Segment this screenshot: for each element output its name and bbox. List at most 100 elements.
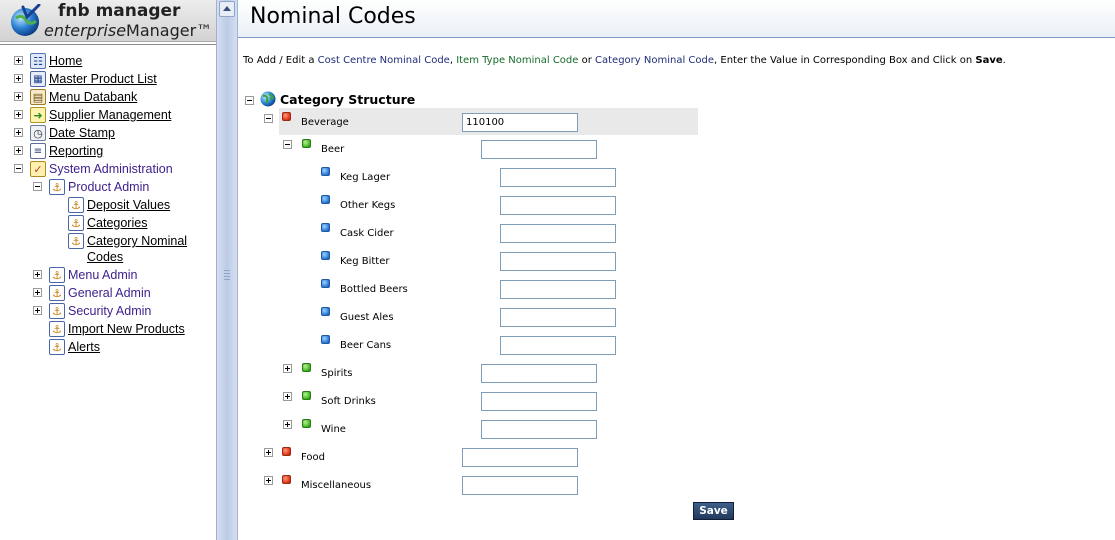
sidebar-item-label-line2[interactable]: Codes xyxy=(87,248,123,266)
sidebar-item-import-new-products[interactable]: ⚓ Import New Products xyxy=(0,320,216,338)
collapse-icon[interactable] xyxy=(283,140,292,149)
admin-page-icon: ⚓ xyxy=(49,267,65,283)
admin-page-icon: ⚓ xyxy=(49,285,65,301)
node-label-keg-lager: Keg Lager xyxy=(340,172,391,183)
pane-splitter[interactable] xyxy=(216,0,238,540)
expand-icon[interactable] xyxy=(33,288,42,297)
item-bullet-icon xyxy=(321,251,330,260)
collapse-icon[interactable] xyxy=(245,96,254,105)
sidebar-item-label[interactable]: System Administration xyxy=(49,160,173,178)
sidebar-item-label[interactable]: Categories xyxy=(87,214,147,232)
sidebar-item-label[interactable]: General Admin xyxy=(68,284,151,302)
sidebar-item-label[interactable]: Alerts xyxy=(68,338,100,356)
expand-icon[interactable] xyxy=(33,270,42,279)
expand-icon[interactable] xyxy=(14,92,23,101)
brand-subtitle: enterpriseManager™ xyxy=(44,21,212,40)
category-bullet-icon xyxy=(282,447,291,456)
code-input-spirits[interactable] xyxy=(481,364,597,383)
sidebar-item-label[interactable]: Import New Products xyxy=(68,320,185,338)
expand-icon[interactable] xyxy=(283,364,292,373)
sidebar-item-general-admin[interactable]: ⚓ General Admin xyxy=(0,284,216,302)
sidebar-item-label[interactable]: Menu Databank xyxy=(49,88,137,106)
category-structure-heading: Category Structure xyxy=(280,92,416,107)
admin-page-icon: ⚓ xyxy=(49,339,65,355)
instruction-item-type: Item Type Nominal Code xyxy=(456,55,579,66)
node-label-bottled-beers: Bottled Beers xyxy=(340,284,408,295)
sidebar-item-category-nominal-codes[interactable]: ⚓ Category Nominal Codes xyxy=(0,232,216,266)
sidebar-item-reporting[interactable]: ≡ Reporting xyxy=(0,142,216,160)
sidebar-item-supplier-management[interactable]: ➜ Supplier Management xyxy=(0,106,216,124)
instruction-part: To Add / Edit a xyxy=(243,55,318,66)
sidebar-item-product-admin[interactable]: ⚓ Product Admin xyxy=(0,178,216,196)
sidebar-item-label[interactable]: Reporting xyxy=(49,142,103,160)
code-input-miscellaneous[interactable] xyxy=(462,476,578,495)
sidebar-item-label[interactable]: Master Product List xyxy=(49,70,157,88)
collapse-icon[interactable] xyxy=(264,114,273,123)
code-input-guest-ales[interactable] xyxy=(500,308,616,327)
grid-icon: ▦ xyxy=(30,71,46,87)
subcategory-bullet-icon xyxy=(302,391,311,400)
admin-page-icon: ⚓ xyxy=(68,197,84,213)
node-label-guest-ales: Guest Ales xyxy=(340,312,394,323)
expand-icon[interactable] xyxy=(14,74,23,83)
collapse-icon[interactable] xyxy=(33,182,42,191)
code-input-keg-bitter[interactable] xyxy=(500,252,616,271)
page-title: Nominal Codes xyxy=(250,4,416,29)
main-content: Nominal Codes To Add / Edit a Cost Centr… xyxy=(238,0,1115,540)
sidebar-item-label[interactable]: Supplier Management xyxy=(49,106,171,124)
sidebar-item-master-product-list[interactable]: ▦ Master Product List xyxy=(0,70,216,88)
node-label-wine: Wine xyxy=(321,424,346,435)
report-icon: ≡ xyxy=(30,143,46,159)
instruction-part: or xyxy=(578,55,596,66)
expand-icon[interactable] xyxy=(264,448,273,457)
expand-icon[interactable] xyxy=(283,392,292,401)
splitter-grip-icon[interactable] xyxy=(224,270,230,286)
sidebar-item-label[interactable]: Home xyxy=(49,52,82,70)
sidebar-item-label[interactable]: Date Stamp xyxy=(49,124,115,142)
sidebar-item-alerts[interactable]: ⚓ Alerts xyxy=(0,338,216,356)
code-input-wine[interactable] xyxy=(481,420,597,439)
code-input-keg-lager[interactable] xyxy=(500,168,616,187)
node-label-spirits: Spirits xyxy=(321,368,353,379)
code-input-bottled-beers[interactable] xyxy=(500,280,616,299)
save-button[interactable]: Save xyxy=(693,502,734,520)
admin-page-icon: ⚓ xyxy=(68,233,84,249)
sidebar-item-home[interactable]: ☷ Home xyxy=(0,52,216,70)
sidebar-item-menu-admin[interactable]: ⚓ Menu Admin xyxy=(0,266,216,284)
sidebar-item-label[interactable]: Deposit Values xyxy=(87,196,170,214)
code-input-soft-drinks[interactable] xyxy=(481,392,597,411)
sidebar-item-security-admin[interactable]: ⚓ Security Admin xyxy=(0,302,216,320)
item-bullet-icon xyxy=(321,195,330,204)
sidebar-item-label[interactable]: Security Admin xyxy=(68,302,151,320)
collapse-pane-button[interactable] xyxy=(219,1,235,17)
code-input-cask-cider[interactable] xyxy=(500,224,616,243)
expand-icon[interactable] xyxy=(14,56,23,65)
code-input-food[interactable] xyxy=(462,448,578,467)
sidebar-item-label[interactable]: Product Admin xyxy=(68,178,149,196)
expand-icon[interactable] xyxy=(283,420,292,429)
expand-icon[interactable] xyxy=(264,476,273,485)
admin-page-icon: ⚓ xyxy=(49,321,65,337)
sidebar-item-menu-databank[interactable]: ▤ Menu Databank xyxy=(0,88,216,106)
code-input-other-kegs[interactable] xyxy=(500,196,616,215)
sidebar-item-categories[interactable]: ⚓ Categories xyxy=(0,214,216,232)
sidebar-item-date-stamp[interactable]: ◷ Date Stamp xyxy=(0,124,216,142)
node-label-miscellaneous: Miscellaneous xyxy=(301,480,372,491)
expand-icon[interactable] xyxy=(14,110,23,119)
code-input-beer[interactable] xyxy=(481,140,597,159)
expand-icon[interactable] xyxy=(14,128,23,137)
expand-icon[interactable] xyxy=(33,306,42,315)
collapse-icon[interactable] xyxy=(14,164,23,173)
brand-header: fnb manager enterpriseManager™ xyxy=(0,0,216,42)
node-label-keg-bitter: Keg Bitter xyxy=(340,256,390,267)
expand-icon[interactable] xyxy=(14,146,23,155)
code-input-beverage[interactable] xyxy=(462,113,578,132)
item-bullet-icon xyxy=(321,279,330,288)
sidebar-item-system-administration[interactable]: ✓ System Administration xyxy=(0,160,216,178)
instruction-part: , Enter the Value in Corresponding Box a… xyxy=(714,55,976,66)
instruction-part: . xyxy=(1002,55,1006,66)
code-input-beer-cans[interactable] xyxy=(500,336,616,355)
sidebar-item-deposit-values[interactable]: ⚓ Deposit Values xyxy=(0,196,216,214)
sidebar-item-label[interactable]: Menu Admin xyxy=(68,266,137,284)
home-page-icon: ☷ xyxy=(30,53,46,69)
